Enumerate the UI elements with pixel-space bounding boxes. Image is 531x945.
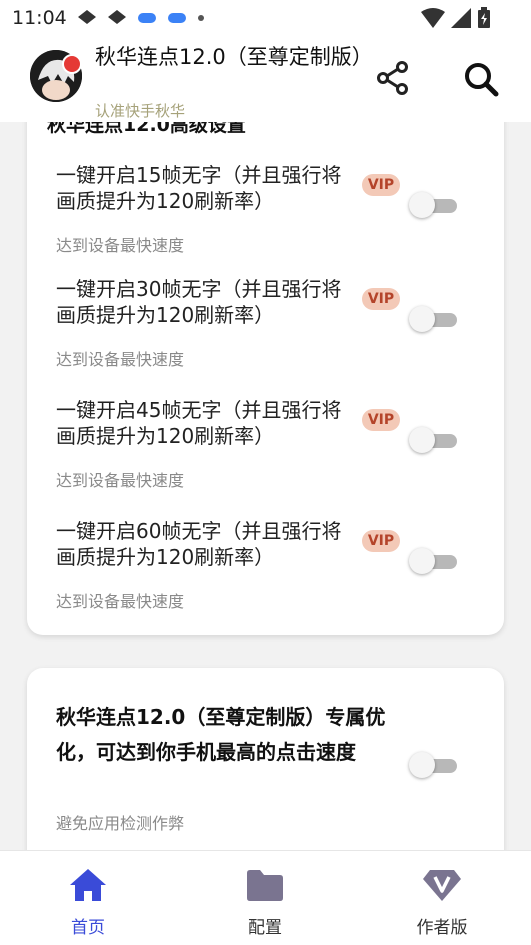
more-dot-icon [198, 15, 204, 21]
advanced-settings-card: 秋华连点12.0高级设置 一键开启15帧无字（并且强行将画质提升为120刷新率）… [27, 100, 504, 635]
setting-subtitle: 达到设备最快速度 [56, 236, 185, 255]
app-notification-icon [78, 10, 96, 24]
share-button[interactable] [375, 60, 411, 96]
nav-author-label: 作者版 [416, 918, 468, 938]
vip-badge: VIP [362, 409, 400, 431]
setting-title: 一键开启45帧无字（并且强行将画质提升为120刷新率） [56, 398, 342, 448]
nav-config[interactable]: 配置 [205, 851, 325, 945]
app-title: 秋华连点12.0（至尊定制版） [95, 45, 373, 69]
search-button[interactable] [462, 60, 500, 98]
cloud-icon [168, 13, 186, 23]
toggle-30fps[interactable] [409, 306, 457, 332]
vip-diamond-icon [423, 870, 461, 901]
toggle-45fps[interactable] [409, 427, 457, 453]
toggle-optimization[interactable] [409, 752, 457, 778]
toggle-15fps[interactable] [409, 192, 457, 218]
share-icon [377, 61, 408, 95]
vip-badge: VIP [362, 288, 400, 310]
setting-title: 一键开启30帧无字（并且强行将画质提升为120刷新率） [56, 277, 342, 327]
nav-config-label: 配置 [248, 918, 282, 938]
nav-author[interactable]: 作者版 [382, 851, 502, 945]
optimization-card[interactable]: 秋华连点12.0（至尊定制版）专属优化，可达到你手机最高的点击速度 避免应用检测… [27, 668, 504, 868]
signal-icon [451, 8, 471, 28]
vip-badge: VIP [362, 530, 400, 552]
nav-home-label: 首页 [71, 918, 105, 938]
app-notification-icon [108, 10, 126, 24]
status-time: 11:04 [12, 7, 67, 29]
wifi-icon [421, 8, 445, 28]
bottom-navigation: 首页 配置 作者版 [0, 850, 531, 945]
home-icon [70, 869, 106, 901]
nav-home[interactable]: 首页 [28, 851, 148, 945]
vip-badge: VIP [362, 174, 400, 196]
search-icon [465, 63, 499, 97]
setting-subtitle: 达到设备最快速度 [56, 592, 185, 611]
setting-title: 一键开启15帧无字（并且强行将画质提升为120刷新率） [56, 163, 342, 213]
notification-icons [76, 8, 206, 26]
system-icons [421, 7, 491, 29]
optimization-title: 秋华连点12.0（至尊定制版）专属优化，可达到你手机最高的点击速度 [56, 705, 386, 764]
folder-icon [247, 870, 283, 901]
battery-icon [478, 7, 490, 28]
cloud-icon [138, 13, 156, 23]
setting-subtitle: 达到设备最快速度 [56, 350, 185, 369]
setting-title: 一键开启60帧无字（并且强行将画质提升为120刷新率） [56, 519, 342, 569]
setting-subtitle: 达到设备最快速度 [56, 471, 185, 490]
toggle-60fps[interactable] [409, 548, 457, 574]
notification-dot [62, 54, 82, 74]
app-subtitle: 认准快手秋华 [95, 102, 186, 120]
status-bar: 11:04 [0, 0, 531, 36]
optimization-subtitle: 避免应用检测作弊 [56, 814, 185, 833]
